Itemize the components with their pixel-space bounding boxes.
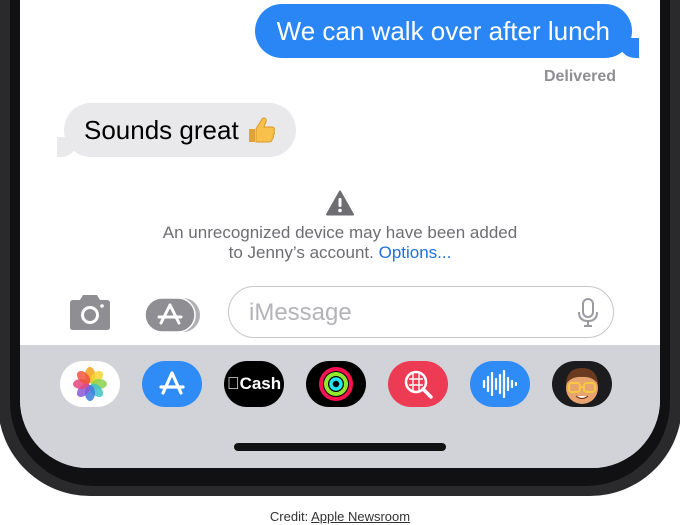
photos-icon <box>73 367 107 401</box>
sent-message-text: We can walk over after lunch <box>276 16 610 46</box>
photos-app-button[interactable] <box>60 361 120 407</box>
audio-message-app-button[interactable] <box>470 361 530 407</box>
camera-icon[interactable] <box>66 293 114 333</box>
security-notice-line2: to Jenny’s account. Options... <box>20 243 660 263</box>
app-store-icon <box>159 371 185 395</box>
imessage-input[interactable] <box>247 287 561 338</box>
security-notice-line1: An unrecognized device may have been add… <box>162 223 518 242</box>
activity-app-button[interactable] <box>306 361 366 407</box>
sent-message-bubble[interactable]: We can walk over after lunch <box>254 4 640 58</box>
thumbs-up-icon <box>248 117 275 143</box>
image-search-icon <box>404 370 433 399</box>
app-store-button[interactable] <box>144 297 202 333</box>
home-indicator[interactable] <box>234 443 446 451</box>
memoji-app-button[interactable] <box>552 361 612 407</box>
memoji-icon <box>566 368 598 404</box>
messages-screen: We can walk over after lunch Delivered S… <box>20 0 660 468</box>
security-notice-account-text: to Jenny’s account. <box>228 243 374 262</box>
image-search-app-button[interactable] <box>388 361 448 407</box>
app-store-app-button[interactable] <box>142 361 202 407</box>
apple-cash-app-button[interactable]: Cash <box>224 361 284 407</box>
audio-message-icon <box>482 369 518 399</box>
options-link[interactable]: Options... <box>379 243 452 262</box>
received-message-bubble[interactable]: Sounds great <box>57 103 296 157</box>
warning-icon <box>326 190 354 216</box>
image-credit: Credit: Apple Newsroom <box>0 509 680 524</box>
delivered-status: Delivered <box>543 68 616 85</box>
microphone-icon[interactable] <box>577 298 599 328</box>
credit-link[interactable]: Apple Newsroom <box>311 509 410 524</box>
apple-cash-icon: Cash <box>227 374 281 393</box>
imessage-input-field[interactable] <box>228 286 614 338</box>
activity-icon <box>319 367 353 401</box>
received-message-text: Sounds great <box>84 115 239 145</box>
credit-prefix: Credit: <box>269 509 309 524</box>
